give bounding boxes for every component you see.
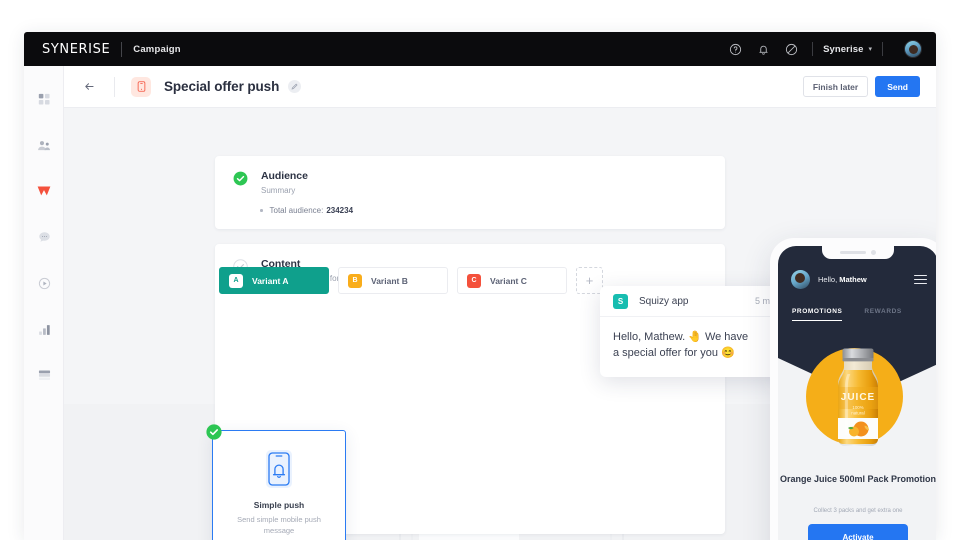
help-icon[interactable] <box>724 38 746 60</box>
variant-tab-c[interactable]: C Variant C <box>457 267 567 294</box>
notification-message: Hello, Mathew. 🤚 We have a special offer… <box>600 317 790 361</box>
audience-icon <box>38 140 50 150</box>
campaign-icon <box>37 186 51 196</box>
variant-b-badge: B <box>348 273 362 288</box>
camera-icon <box>871 250 876 255</box>
phone-screen: Hello, Mathew PROMOTIONS REWARDS JUICE 1… <box>778 246 936 540</box>
variant-b-label: Variant B <box>371 275 408 286</box>
variant-c-label: Variant C <box>490 275 527 286</box>
sidebar-item-data[interactable] <box>24 356 64 394</box>
mobile-push-icon <box>131 76 151 97</box>
phone-user-avatar <box>791 270 810 289</box>
sidebar-item-communication[interactable] <box>24 218 64 256</box>
svg-text:100%: 100% <box>852 405 863 410</box>
sidebar-item-dashboard[interactable] <box>24 80 64 118</box>
finish-later-button[interactable]: Finish later <box>802 76 869 97</box>
sidebar-item-audience[interactable] <box>24 126 64 164</box>
notification-message-line2: a special offer for you 😊 <box>613 346 735 359</box>
phone-tab-rewards[interactable]: REWARDS <box>864 308 901 321</box>
add-variant-button[interactable]: + <box>576 267 603 294</box>
step-complete-icon <box>233 171 248 186</box>
header-actions: Finish later Send <box>802 76 920 97</box>
total-audience-label: Total audience: <box>269 206 324 215</box>
sidebar-item-analytics[interactable] <box>24 310 64 348</box>
communication-icon <box>38 231 50 242</box>
sidebar-rail <box>24 66 64 540</box>
sidebar-item-campaign[interactable] <box>24 172 64 210</box>
bullet-icon <box>260 209 263 212</box>
synerise-logo: SYNERISE <box>42 41 111 57</box>
notification-header: S Squizy app 5 min <box>600 286 790 317</box>
campaign-canvas: Audience Summary Total audience: 234234 … <box>64 108 936 540</box>
variant-tabs: A Variant A B Variant B C Variant C + <box>219 267 603 294</box>
brand-area[interactable]: SYNERISE Campaign <box>24 41 181 57</box>
total-audience-value: 234234 <box>326 206 354 215</box>
hamburger-menu-icon[interactable] <box>914 274 927 285</box>
logo-divider <box>121 41 123 57</box>
pencil-icon[interactable] <box>288 80 302 93</box>
analytics-icon <box>38 324 50 335</box>
page-header: Special offer push Finish later Send <box>64 66 936 108</box>
audience-subtitle: Summary <box>261 186 296 195</box>
send-button[interactable]: Send <box>875 76 920 97</box>
total-audience-row: Total audience: 234234 <box>260 206 725 215</box>
phone-glyph <box>137 81 145 92</box>
user-avatar[interactable] <box>904 40 922 58</box>
greeting-prefix: Hello, <box>818 275 840 284</box>
audience-title: Audience <box>261 170 308 182</box>
variant-tab-b[interactable]: B Variant B <box>338 267 448 294</box>
topbar-divider <box>812 42 814 56</box>
account-name-label[interactable]: Synerise <box>823 44 863 55</box>
phone-product-title: Orange Juice 500ml Pack Promotion <box>779 474 936 484</box>
topbar-actions: Synerise ▾ <box>718 38 936 60</box>
phone-notch <box>822 246 894 259</box>
simple-push-option-card[interactable]: Simple push Send simple mobile push mess… <box>206 424 346 540</box>
variant-a-badge: A <box>229 273 243 288</box>
notification-app-name: Squizy app <box>639 295 689 307</box>
topbar-divider-2 <box>882 42 883 56</box>
data-icon <box>38 370 50 380</box>
automation-icon <box>38 277 50 289</box>
phone-activate-button[interactable]: Activate <box>808 524 908 540</box>
variant-a-label: Variant A <box>252 275 289 286</box>
variant-c-badge: C <box>467 273 481 288</box>
phone-product-description: Collect 3 packs and get extra one <box>813 508 903 514</box>
phone-greeting: Hello, Mathew <box>818 275 867 284</box>
phone-tab-promotions[interactable]: PROMOTIONS <box>792 308 843 321</box>
header-divider <box>114 76 115 97</box>
back-button[interactable] <box>78 76 100 98</box>
variant-tab-a[interactable]: A Variant A <box>219 267 329 294</box>
phone-user-row: Hello, Mathew <box>791 270 927 289</box>
chevron-down-icon[interactable]: ▾ <box>868 45 872 53</box>
arrow-left-icon <box>84 83 94 90</box>
notification-message-line1: Hello, Mathew. 🤚 We have <box>613 331 749 343</box>
svg-text:natural: natural <box>851 411 864 416</box>
product-name-label: Campaign <box>133 43 181 55</box>
audience-card-text: Audience Summary <box>261 170 308 195</box>
phone-preview-mockup: Hello, Mathew PROMOTIONS REWARDS JUICE 1… <box>770 238 936 540</box>
product-image-area: JUICE 100% natural <box>778 330 936 458</box>
sidebar-item-automation[interactable] <box>24 264 64 302</box>
phone-tab-bar: PROMOTIONS REWARDS <box>778 308 936 321</box>
simple-push-description: Send simple mobile push message <box>237 515 321 535</box>
app-window: SYNERISE Campaign Synerise ▾ Special off… <box>24 32 936 540</box>
dashboard-icon <box>38 93 50 105</box>
push-notification-preview[interactable]: S Squizy app 5 min Hello, Mathew. 🤚 We h… <box>600 286 790 377</box>
no-entry-icon[interactable] <box>780 38 802 60</box>
audience-card-header: Audience Summary <box>215 156 725 195</box>
push-notification-icon <box>266 450 292 488</box>
app-badge-icon: S <box>613 293 628 309</box>
juice-bottle-image: JUICE 100% natural <box>838 348 878 446</box>
audience-step-card[interactable]: Audience Summary Total audience: 234234 <box>215 156 725 229</box>
greeting-name: Mathew <box>839 275 867 284</box>
selected-check-icon <box>206 424 222 440</box>
speaker-icon <box>840 251 866 254</box>
page-title: Special offer push <box>164 79 280 94</box>
bell-icon[interactable] <box>752 38 774 60</box>
top-navigation-bar: SYNERISE Campaign Synerise ▾ <box>24 32 936 66</box>
simple-push-title: Simple push <box>253 500 305 510</box>
